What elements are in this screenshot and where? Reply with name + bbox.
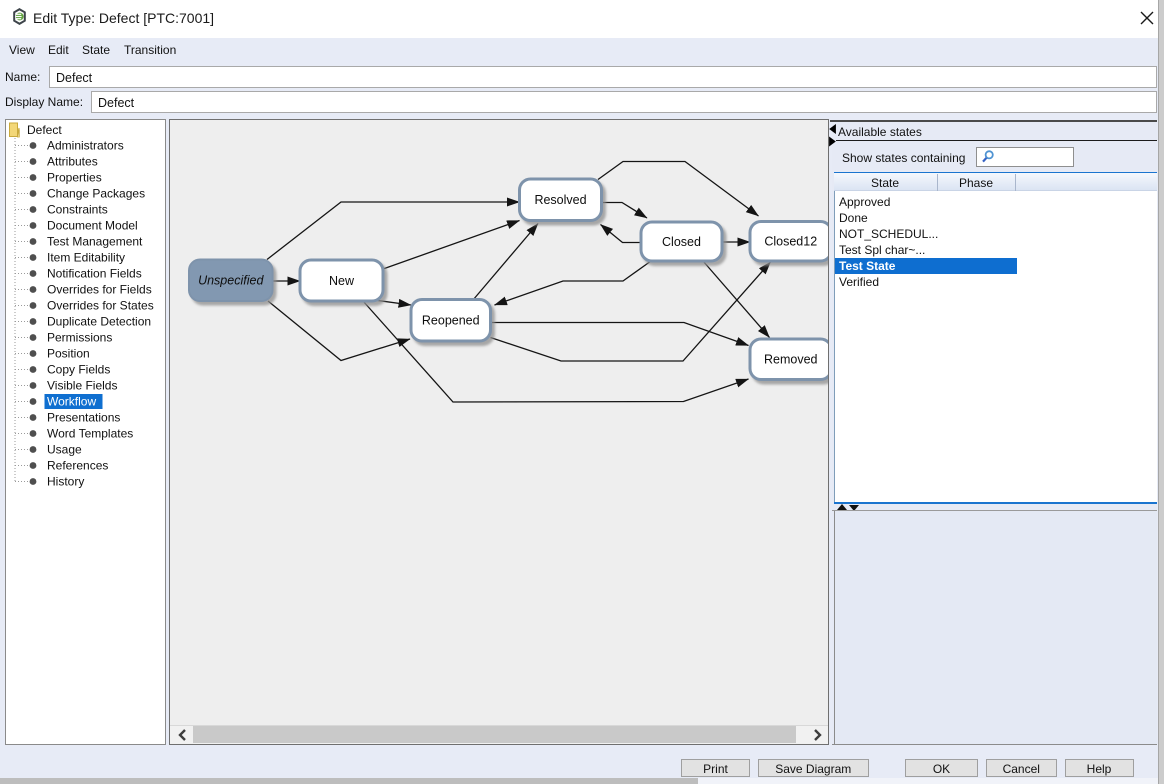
svg-text:Duplicate Detection: Duplicate Detection <box>47 315 151 329</box>
svg-text:Presentations: Presentations <box>47 411 120 425</box>
svg-text:Usage: Usage <box>47 443 82 457</box>
svg-text:Resolved: Resolved <box>534 193 586 207</box>
svg-text:Permissions: Permissions <box>47 331 112 345</box>
svg-text:Unspecified: Unspecified <box>198 274 264 288</box>
svg-text:References: References <box>47 459 108 473</box>
svg-text:Workflow: Workflow <box>47 395 96 409</box>
svg-text:Constraints: Constraints <box>47 203 108 217</box>
svg-text:Notification Fields: Notification Fields <box>47 267 142 281</box>
svg-text:Reopened: Reopened <box>422 314 480 328</box>
svg-text:Properties: Properties <box>47 171 102 185</box>
svg-text:Closed12: Closed12 <box>764 235 817 249</box>
svg-text:New: New <box>329 274 355 288</box>
svg-text:Overrides for States: Overrides for States <box>47 299 154 313</box>
svg-text:Copy Fields: Copy Fields <box>47 363 110 377</box>
svg-text:Attributes: Attributes <box>47 155 98 169</box>
svg-text:Visible Fields: Visible Fields <box>47 379 117 393</box>
svg-text:Closed: Closed <box>662 235 701 249</box>
svg-text:Word Templates: Word Templates <box>47 427 133 441</box>
svg-text:Item Editability: Item Editability <box>47 251 125 265</box>
svg-text:Document Model: Document Model <box>47 219 138 233</box>
svg-text:Overrides for Fields: Overrides for Fields <box>47 283 152 297</box>
svg-text:Administrators: Administrators <box>47 139 124 153</box>
svg-text:Defect: Defect <box>27 123 62 137</box>
svg-text:Change Packages: Change Packages <box>47 187 145 201</box>
svg-text:History: History <box>47 475 84 489</box>
svg-text:Position: Position <box>47 347 90 361</box>
svg-text:Test Management: Test Management <box>47 235 143 249</box>
svg-text:Removed: Removed <box>764 353 818 367</box>
